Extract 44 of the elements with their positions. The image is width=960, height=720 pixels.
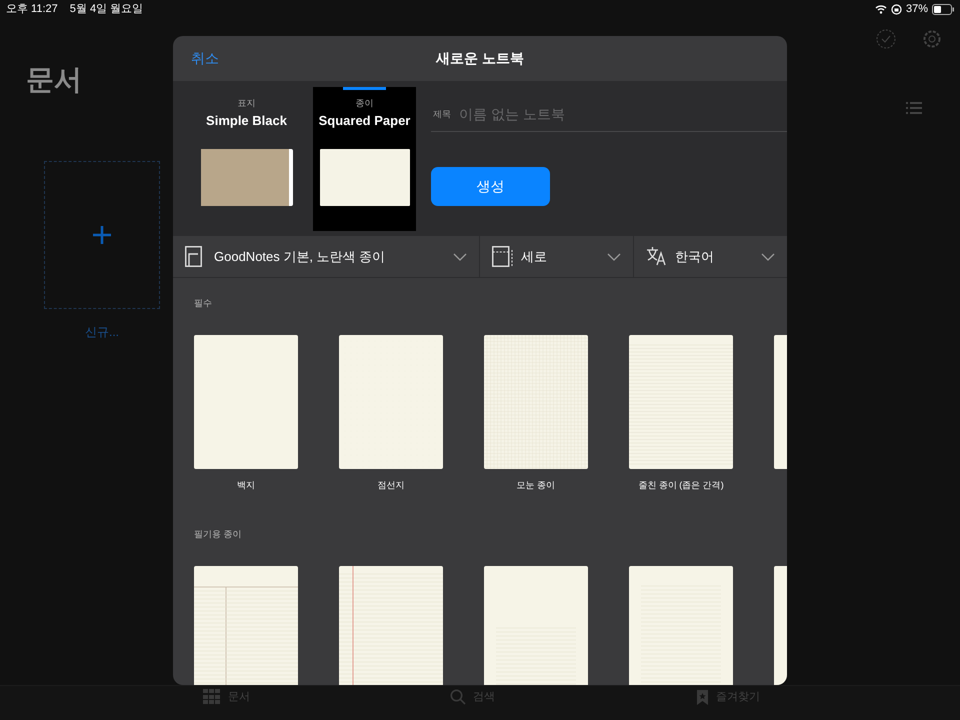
paper-template-thumbnail[interactable]: [484, 566, 588, 685]
orientation-icon: [492, 246, 513, 268]
template-label: 줄친 종이 (좁은 간격): [638, 478, 724, 492]
plus-icon: [92, 225, 112, 245]
battery-percent: 37%: [906, 2, 928, 17]
paper-template-thumbnail[interactable]: [339, 334, 443, 468]
status-date: 5월 4일 월요일: [70, 2, 144, 17]
section-title: 필수: [194, 297, 213, 310]
paper-template-thumbnail[interactable]: [629, 334, 733, 468]
paper-template-thumbnail[interactable]: [194, 566, 298, 685]
chevron-down-icon: [761, 252, 775, 260]
paper-template-thumbnail[interactable]: [484, 334, 588, 468]
chevron-down-icon: [453, 252, 467, 260]
rotation-lock-icon: [890, 4, 902, 14]
check-circle-icon: [876, 29, 896, 49]
paper-option[interactable]: 종이 Squared Paper: [313, 87, 416, 231]
grid-icon: [203, 689, 221, 706]
orientation-dropdown[interactable]: 세로: [480, 236, 634, 277]
status-time: 오후 11:27: [6, 2, 58, 17]
bookmark-icon: [696, 689, 709, 706]
template-label: 점선지: [378, 478, 404, 492]
settings-icon: [922, 29, 942, 49]
list-icon: [906, 101, 922, 115]
new-document-tile[interactable]: [44, 161, 160, 309]
search-icon: [450, 689, 466, 706]
language-icon: [646, 246, 667, 268]
chevron-down-icon: [607, 252, 621, 260]
cover-option[interactable]: 표지 Simple Black: [195, 87, 298, 231]
create-button[interactable]: 생성: [431, 167, 550, 206]
language-dropdown[interactable]: 한국어: [634, 236, 787, 277]
page-title: 문서: [25, 63, 82, 97]
paper-template-thumbnail[interactable]: [629, 566, 733, 685]
wifi-icon: [874, 4, 887, 14]
section-title: 필기용 종이: [194, 528, 243, 541]
dialog-title: 새로운 노트북: [436, 49, 524, 68]
paper-template-thumbnail[interactable]: [194, 334, 298, 468]
paper-template-thumbnail[interactable]: [339, 566, 443, 685]
template-dropdown[interactable]: GoodNotes 기본, 노란색 종이: [173, 236, 480, 277]
template-label: 모눈 종이: [516, 478, 556, 492]
template-label: 백지: [237, 478, 255, 492]
battery-icon: [932, 4, 954, 14]
title-field-label: 제목: [433, 108, 451, 121]
title-input[interactable]: 이름 없는 노트북: [459, 104, 787, 125]
new-document-label: 신규...: [84, 324, 120, 341]
